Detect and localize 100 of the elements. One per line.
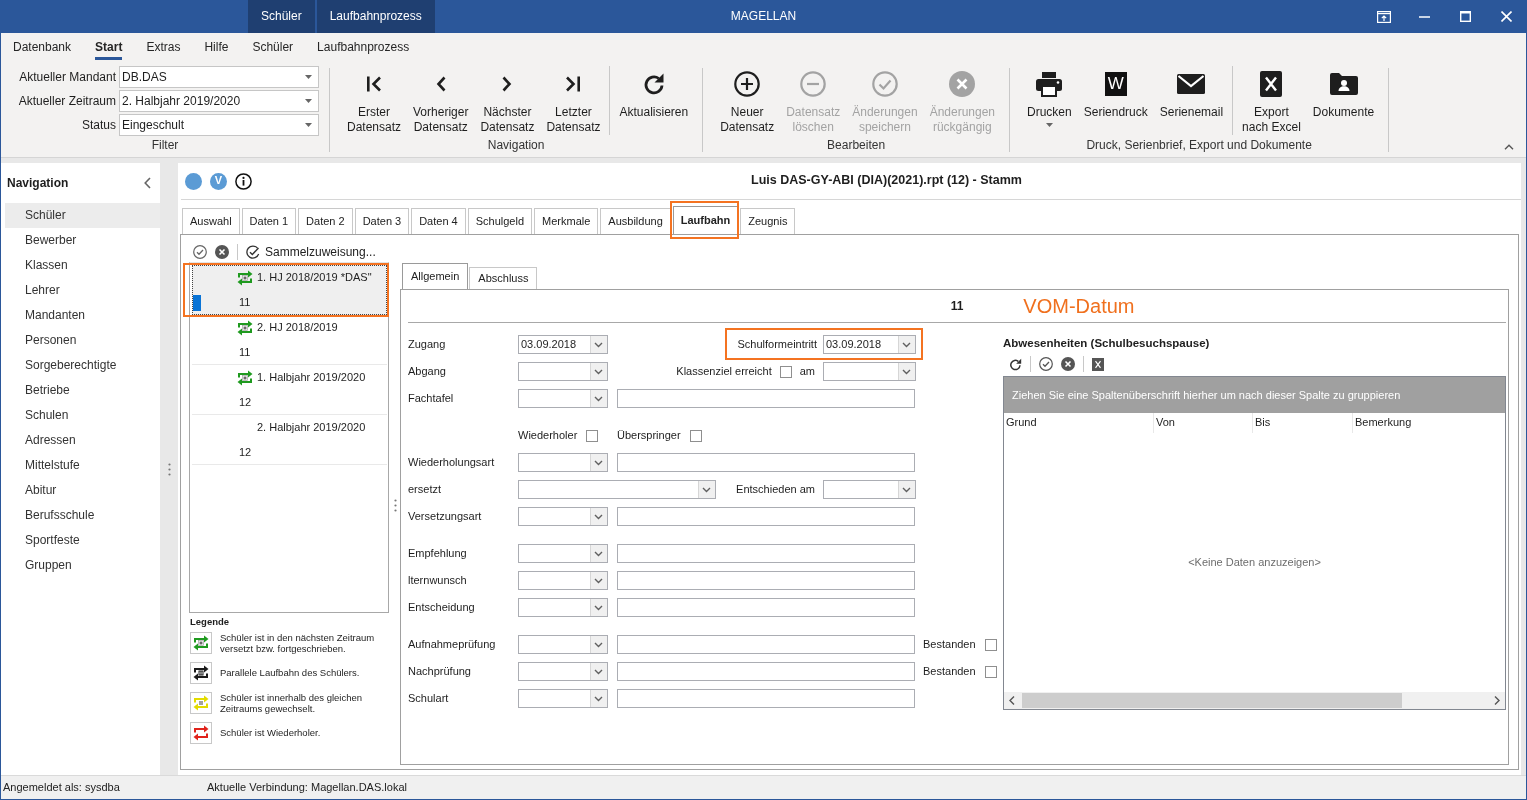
ribbon-tab[interactable]: Hilfe — [204, 40, 229, 60]
nav-item[interactable]: Gruppen — [5, 553, 160, 578]
dropdown-field[interactable]: DB.DAS — [119, 66, 319, 88]
text-field[interactable] — [617, 389, 915, 408]
ribbon-button[interactable]: Dokumente — [1306, 62, 1381, 137]
dropdown-field[interactable] — [823, 362, 916, 381]
ribbon-button[interactable]: Serienemail — [1153, 62, 1230, 137]
record-tab[interactable]: Schulgeld — [467, 208, 533, 234]
nav-item[interactable]: Lehrer — [5, 278, 160, 303]
nav-item[interactable]: Mittelstufe — [5, 453, 160, 478]
cross-circle-icon[interactable] — [215, 245, 229, 259]
ribbon-button[interactable]: Vorheriger Datensatz — [407, 62, 475, 137]
checkbox[interactable] — [586, 429, 599, 442]
timeline-entry[interactable]: 2. Halbjahr 2019/2020 12 — [192, 415, 387, 465]
caret-icon[interactable] — [305, 123, 312, 127]
maximize-icon[interactable] — [1460, 11, 1471, 22]
ribbon-button[interactable]: W Seriendruck — [1077, 62, 1154, 137]
bulk-assign-button[interactable]: Sammelzuweisung... — [246, 244, 376, 260]
text-field[interactable] — [617, 507, 915, 526]
grip-icon[interactable] — [393, 499, 397, 512]
dropdown-field[interactable] — [518, 480, 716, 499]
checkbox[interactable] — [984, 665, 997, 678]
minimize-icon[interactable] — [1419, 15, 1430, 18]
sub-tab[interactable]: Allgemein — [402, 263, 469, 289]
dropdown-field[interactable] — [518, 362, 608, 381]
text-field[interactable] — [617, 662, 915, 681]
horizontal-scrollbar[interactable] — [1004, 692, 1505, 709]
nav-item[interactable]: Bewerber — [5, 228, 160, 253]
column-header[interactable]: Bemerkung — [1353, 413, 1505, 433]
checkbox[interactable] — [984, 638, 997, 651]
record-tab[interactable]: Daten 2 — [298, 208, 353, 234]
timeline-entry[interactable]: 2. HJ 2018/2019 11 — [192, 315, 387, 365]
nav-item[interactable]: Sportfeste — [5, 528, 160, 553]
ribbon-button[interactable]: Nächster Datensatz — [474, 62, 541, 137]
dropdown-field[interactable] — [518, 571, 608, 590]
column-header[interactable]: Von — [1154, 413, 1253, 433]
timeline-entry[interactable]: 1. Halbjahr 2019/2020 12 — [192, 365, 387, 415]
ribbon-tab[interactable]: Laufbahnprozess — [317, 40, 410, 60]
nav-item[interactable]: Schulen — [5, 403, 160, 428]
text-field[interactable] — [617, 689, 915, 708]
ribbon-tab[interactable]: Datenbank — [13, 40, 72, 60]
refresh-icon[interactable] — [1009, 357, 1022, 371]
dropdown-field[interactable] — [518, 689, 608, 708]
text-field[interactable] — [617, 598, 915, 617]
dropdown-field[interactable] — [518, 635, 608, 654]
dropdown-field[interactable]: Eingeschult — [119, 114, 319, 136]
caret-icon[interactable] — [305, 75, 312, 79]
nav-item[interactable]: Betriebe — [5, 378, 160, 403]
record-tab[interactable]: Daten 3 — [354, 208, 410, 234]
dropdown-field[interactable] — [518, 507, 608, 526]
cross-circle-icon[interactable] — [1061, 357, 1075, 371]
ribbon-button[interactable]: Letzter Datensatz — [540, 62, 607, 137]
dropdown-field[interactable] — [518, 453, 608, 472]
ribbon-button[interactable]: Export nach Excel — [1236, 62, 1307, 137]
dropdown-field[interactable] — [518, 598, 608, 617]
ribbon-button[interactable]: Erster Datensatz — [341, 62, 408, 137]
nav-item[interactable]: Sorgeberechtigte — [5, 353, 160, 378]
nav-item[interactable]: Mandanten — [5, 303, 160, 328]
collapse-icon[interactable] — [1504, 144, 1514, 150]
dropdown-field[interactable] — [518, 389, 608, 408]
nav-item[interactable]: Berufsschule — [5, 503, 160, 528]
check-circle-icon[interactable] — [1039, 357, 1053, 371]
dropdown-field[interactable]: 03.09.2018 — [518, 335, 608, 354]
caret-icon[interactable] — [1045, 123, 1053, 127]
text-field[interactable] — [617, 544, 915, 563]
nav-item[interactable]: Klassen — [5, 253, 160, 278]
nav-item[interactable]: Schüler — [5, 203, 160, 228]
nav-item[interactable]: Adressen — [5, 428, 160, 453]
text-field[interactable] — [617, 571, 915, 590]
ribbon-button[interactable]: Drucken — [1021, 62, 1078, 137]
checkbox[interactable] — [779, 365, 792, 378]
sub-tab[interactable]: Abschluss — [469, 267, 538, 289]
ribbon-tab[interactable]: Schüler — [252, 40, 294, 60]
nav-item[interactable]: Abitur — [5, 478, 160, 503]
record-tab[interactable]: Ausbildung — [600, 208, 671, 234]
ribbon-button[interactable]: Neuer Datensatz — [714, 62, 781, 137]
info-icon[interactable] — [235, 172, 252, 190]
column-header[interactable]: Grund — [1004, 413, 1154, 433]
context-tab[interactable]: Schüler — [248, 0, 315, 33]
dropdown-field[interactable] — [823, 480, 916, 499]
record-tab[interactable]: Auswahl — [182, 208, 240, 234]
dropdown-field[interactable] — [518, 544, 608, 563]
ribbon-tab[interactable]: Extras — [146, 40, 181, 60]
caret-icon[interactable] — [305, 99, 312, 103]
text-field[interactable] — [617, 635, 915, 654]
record-tab[interactable]: Zeugnis — [740, 208, 796, 234]
grip-icon[interactable] — [167, 462, 171, 476]
record-tab[interactable]: Daten 1 — [241, 208, 297, 234]
ribbon-button[interactable]: Aktualisieren — [613, 62, 695, 137]
dropdown-field[interactable]: 03.09.2018 — [823, 335, 916, 354]
checkbox[interactable] — [689, 429, 702, 442]
dropdown-field[interactable] — [518, 662, 608, 681]
record-tab[interactable]: Daten 4 — [411, 208, 466, 234]
collapse-left-icon[interactable] — [144, 177, 151, 189]
check-circle-icon[interactable] — [193, 245, 207, 259]
text-field[interactable] — [617, 453, 915, 472]
close-icon[interactable] — [1501, 11, 1512, 22]
dropdown-field[interactable]: 2. Halbjahr 2019/2020 — [119, 90, 319, 112]
record-tab[interactable]: Merkmale — [534, 208, 599, 234]
column-header[interactable]: Bis — [1253, 413, 1353, 433]
